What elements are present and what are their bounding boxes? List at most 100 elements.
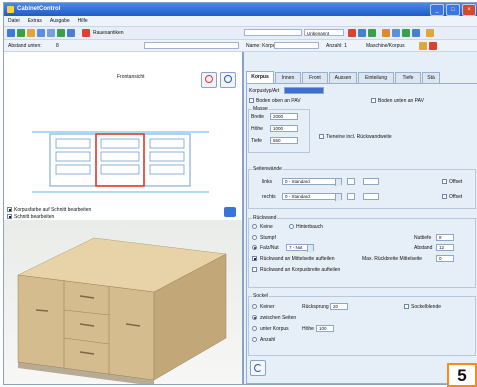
preview-title: Frontansicht (117, 74, 145, 80)
refresh-icon[interactable] (402, 29, 410, 37)
tab-tiefe[interactable]: Tiefe (395, 72, 421, 83)
rueckwand-keine-label: Keine (260, 224, 273, 230)
ruecksprung-input[interactable]: 20 (330, 303, 348, 310)
menu-bar: Datei Extras Ausgabe Hilfe (4, 16, 477, 27)
tab-einteilung[interactable]: Einteilung (358, 72, 394, 83)
korpusfarbe-checkbox[interactable] (7, 207, 12, 212)
material-icon[interactable] (419, 42, 427, 50)
export-icon[interactable] (382, 29, 390, 37)
zoom-in-button[interactable] (201, 72, 217, 88)
korpustyp-input[interactable] (284, 87, 324, 94)
links-extra-input[interactable] (347, 178, 355, 185)
tab-front[interactable]: Front (302, 72, 328, 83)
top-pav-checkbox[interactable] (371, 98, 376, 103)
rueckwand-falz-radio[interactable] (252, 245, 257, 250)
sockel-title: Sockel (252, 293, 270, 299)
tools-icon[interactable] (57, 29, 65, 37)
search-field[interactable] (244, 29, 302, 36)
links-label: links (262, 179, 273, 185)
nuttiefe-input[interactable]: 8 (436, 234, 454, 241)
properties-panel: Korpus Innen Front Aussen Einteilung Tie… (244, 52, 477, 384)
mittelseite-checkbox[interactable] (252, 256, 257, 261)
app-window: CabinetControl _ □ × Datei Extras Ausgab… (3, 2, 477, 385)
sockel-hoehe-input[interactable]: 100 (316, 325, 334, 332)
rechts-spin[interactable] (363, 193, 379, 200)
delete-icon[interactable] (348, 29, 356, 37)
rechts-select[interactable]: 0 - Standard (282, 193, 342, 201)
nuttiefe-label: Nuttiefe (414, 235, 432, 241)
print-icon[interactable] (47, 29, 55, 37)
abstand-input[interactable]: 12 (436, 244, 454, 251)
offset-rechts-checkbox[interactable] (442, 194, 447, 199)
material-remove-icon[interactable] (429, 42, 437, 50)
links-spin[interactable] (363, 178, 379, 185)
tab-aussen[interactable]: Aussen (329, 72, 357, 83)
new-icon[interactable] (17, 29, 25, 37)
copy-icon[interactable] (37, 29, 45, 37)
zoom-out-icon (224, 75, 232, 83)
offset-links-label: Offset (449, 179, 463, 185)
korpusbreite-checkbox[interactable] (252, 267, 257, 272)
nut-select[interactable]: 7 - Nut (286, 244, 314, 252)
zoom-out-button[interactable] (220, 72, 236, 88)
schnitt-checkbox[interactable] (7, 214, 12, 219)
maximize-button[interactable]: □ (446, 4, 460, 16)
sockel-anzahl-radio[interactable] (252, 337, 257, 342)
style-icon[interactable] (82, 29, 90, 37)
hoehe-input[interactable]: 1000 (270, 125, 298, 132)
sockelblende-checkbox[interactable] (404, 304, 409, 309)
breite-input[interactable]: 2000 (270, 113, 298, 120)
rueckwand-keine-radio[interactable] (252, 224, 257, 229)
menu-hilfe[interactable]: Hilfe (78, 18, 88, 24)
menu-ausgabe[interactable]: Ausgabe (50, 18, 70, 24)
nut-value: 7 - Nut (289, 245, 303, 250)
tab-staebe[interactable]: Stä (422, 72, 440, 83)
settings-icon[interactable] (412, 29, 420, 37)
tab-korpus[interactable]: Korpus (246, 71, 274, 83)
tiefe-input[interactable]: 550 (270, 137, 298, 144)
abstand-label: Abstand (414, 245, 433, 251)
offset-links-checkbox[interactable] (442, 179, 447, 184)
close-button[interactable]: × (462, 4, 476, 16)
max-rueckbreite-label: Max. Rückbreite Mittelseite (362, 256, 423, 262)
sockel-zwischen-radio[interactable] (252, 315, 257, 320)
help-icon[interactable] (426, 29, 434, 37)
rechts-label: rechts (262, 194, 276, 200)
style-label[interactable]: Rauesantiken (93, 30, 124, 36)
chevron-down-icon (335, 194, 341, 201)
chevron-down-icon (335, 179, 341, 186)
sockel-keiner-radio[interactable] (252, 304, 257, 309)
bottom-pav-checkbox[interactable] (249, 98, 254, 103)
3d-view-drawing (4, 220, 242, 384)
address-input[interactable] (144, 42, 239, 49)
open-icon[interactable] (27, 29, 35, 37)
zoom-in-icon (205, 75, 213, 83)
korpus-name-input[interactable] (274, 42, 319, 49)
minimize-button[interactable]: _ (430, 4, 444, 16)
accept-icon[interactable] (368, 29, 376, 37)
properties-icon[interactable] (358, 29, 366, 37)
save-icon[interactable] (7, 29, 15, 37)
sockel-keiner-label: Keiner (260, 304, 275, 310)
korpusfarbe-label: Korpusfarbe auf Schnitt bearbeiten (14, 207, 92, 213)
sockel-unter-radio[interactable] (252, 326, 257, 331)
undo-button[interactable] (250, 360, 266, 376)
hinterbauch-radio[interactable] (289, 224, 294, 229)
import-icon[interactable] (392, 29, 400, 37)
view-icon[interactable] (67, 29, 75, 37)
count-label: Anzahl: 1 (326, 43, 347, 49)
object-field[interactable]: Unbenannt (304, 29, 344, 36)
max-rueckbreite-input[interactable]: 0 (436, 255, 454, 262)
tab-innen[interactable]: Innen (275, 72, 301, 83)
render-icon[interactable] (224, 207, 236, 217)
rueckwand-stumpf-radio[interactable] (252, 235, 257, 240)
menu-datei[interactable]: Datei (8, 18, 20, 24)
rueckwand-stumpf-label: Stumpf (260, 235, 276, 241)
incl-rueckwand-checkbox[interactable] (319, 134, 324, 139)
window-title: CabinetControl (17, 6, 61, 12)
links-select[interactable]: 0 - Standard (282, 178, 342, 186)
rechts-extra-input[interactable] (347, 193, 355, 200)
address-bar: Abstand unten: 8 Name: Korpus 1 Anzahl: … (4, 40, 477, 52)
seitenwaende-title: Seitenwände (252, 166, 283, 172)
menu-extras[interactable]: Extras (28, 18, 42, 24)
